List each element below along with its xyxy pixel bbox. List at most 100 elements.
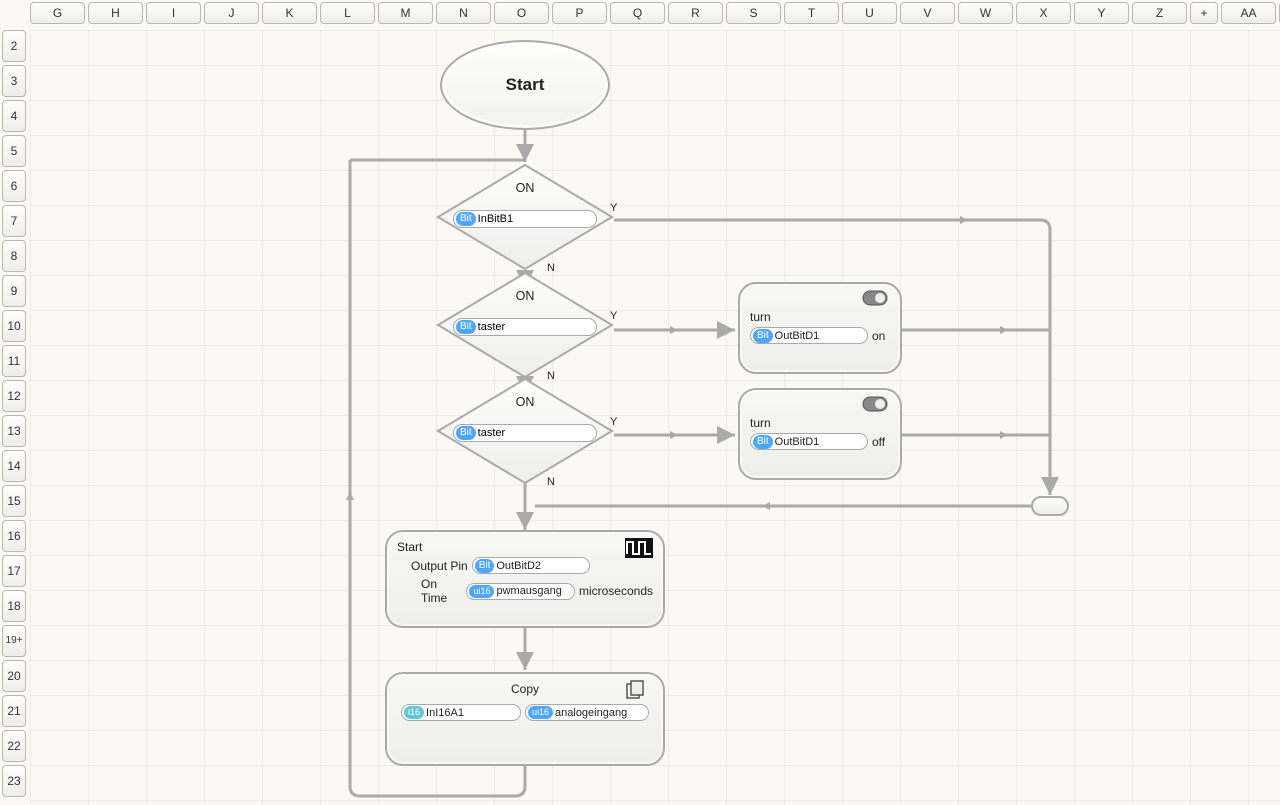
start-label: Start	[506, 75, 545, 95]
decision-label: ON	[435, 289, 615, 303]
decision-label: ON	[435, 395, 615, 409]
row-2[interactable]: 2	[2, 30, 26, 62]
switch-icon	[862, 396, 890, 414]
copy-right-field[interactable]: ui16 analogeingang	[525, 704, 649, 721]
y-label: Y	[610, 310, 617, 322]
col-G[interactable]: G	[30, 2, 85, 24]
col-O[interactable]: O	[494, 2, 549, 24]
join-node[interactable]	[1031, 496, 1069, 516]
unit-label: microseconds	[579, 584, 653, 598]
col-P[interactable]: P	[552, 2, 607, 24]
output-pin-label: Output Pin	[411, 559, 468, 573]
row-8[interactable]: 8	[2, 240, 26, 272]
col-V[interactable]: V	[900, 2, 955, 24]
col-Z[interactable]: Z	[1132, 2, 1187, 24]
field-value: InBitB1	[478, 213, 513, 225]
decision-field[interactable]: Bit InBitB1	[453, 210, 597, 228]
row-16[interactable]: 16	[2, 520, 26, 552]
row-6[interactable]: 6	[2, 170, 26, 202]
col-T[interactable]: T	[784, 2, 839, 24]
col-Y[interactable]: Y	[1074, 2, 1129, 24]
pwm-icon	[625, 538, 653, 556]
copy-icon	[625, 680, 653, 698]
bit-tag: Bit	[456, 426, 476, 440]
start-node[interactable]: Start	[440, 40, 610, 130]
decision-inbitb1[interactable]: ON Bit InBitB1 Y N	[435, 162, 615, 272]
decision-taster-1[interactable]: ON Bit taster Y N	[435, 270, 615, 380]
col-N[interactable]: N	[436, 2, 491, 24]
ui16-tag: ui16	[469, 585, 494, 598]
field-value: taster	[478, 321, 506, 333]
row-11[interactable]: 11	[2, 345, 26, 377]
copy-title: Copy	[397, 682, 653, 696]
n-label: N	[547, 476, 555, 488]
col-S[interactable]: S	[726, 2, 781, 24]
col-H[interactable]: H	[88, 2, 143, 24]
col-AA[interactable]: AA	[1221, 2, 1276, 24]
pwm-title: Start	[397, 540, 653, 554]
field-value: OutBitD2	[496, 560, 541, 572]
turn-label: turn	[750, 310, 890, 324]
row-18[interactable]: 18	[2, 590, 26, 622]
decision-label: ON	[435, 181, 615, 195]
ui16-tag: ui16	[528, 706, 553, 719]
turn-label: turn	[750, 416, 890, 430]
state-label: on	[872, 329, 885, 343]
col-M[interactable]: M	[378, 2, 433, 24]
field-value: InI16A1	[426, 707, 464, 719]
bit-tag: Bit	[753, 329, 773, 343]
row-5[interactable]: 5	[2, 135, 26, 167]
field-value: OutBitD1	[775, 330, 820, 342]
output-field[interactable]: Bit OutBitD1	[750, 433, 868, 450]
decision-field[interactable]: Bit taster	[453, 318, 597, 336]
field-value: analogeingang	[555, 707, 627, 719]
ontime-field[interactable]: ui16 pwmausgang	[466, 583, 575, 600]
row-23[interactable]: 23	[2, 765, 26, 797]
row-21[interactable]: 21	[2, 695, 26, 727]
field-value: taster	[478, 427, 506, 439]
copy-left-field[interactable]: i16 InI16A1	[401, 704, 521, 721]
output-field[interactable]: Bit OutBitD1	[750, 327, 868, 344]
row-3[interactable]: 3	[2, 65, 26, 97]
state-label: off	[872, 435, 885, 449]
turn-on-block[interactable]: turn Bit OutBitD1 on	[738, 282, 902, 374]
bit-tag: Bit	[456, 212, 476, 226]
col-I[interactable]: I	[146, 2, 201, 24]
col-add[interactable]: +	[1190, 2, 1218, 24]
col-W[interactable]: W	[958, 2, 1013, 24]
row-22[interactable]: 22	[2, 730, 26, 762]
output-pin-field[interactable]: Bit OutBitD2	[472, 557, 590, 574]
col-J[interactable]: J	[204, 2, 259, 24]
row-4[interactable]: 4	[2, 100, 26, 132]
col-Q[interactable]: Q	[610, 2, 665, 24]
turn-off-block[interactable]: turn Bit OutBitD1 off	[738, 388, 902, 480]
col-U[interactable]: U	[842, 2, 897, 24]
row-20[interactable]: 20	[2, 660, 26, 692]
column-headers: G H I J K L M N O P Q R S T U V W X Y Z …	[30, 2, 1280, 24]
row-15[interactable]: 15	[2, 485, 26, 517]
row-17[interactable]: 17	[2, 555, 26, 587]
row-label: 19+	[6, 636, 23, 646]
decision-field[interactable]: Bit taster	[453, 424, 597, 442]
bit-tag: Bit	[753, 435, 773, 449]
switch-icon	[862, 290, 890, 308]
col-R[interactable]: R	[668, 2, 723, 24]
copy-block[interactable]: Copy i16 InI16A1 ui16 analogeingang	[385, 672, 665, 766]
row-7[interactable]: 7	[2, 205, 26, 237]
row-9[interactable]: 9	[2, 275, 26, 307]
col-K[interactable]: K	[262, 2, 317, 24]
y-label: Y	[610, 416, 617, 428]
i16-tag: i16	[404, 706, 424, 719]
col-L[interactable]: L	[320, 2, 375, 24]
row-headers: 2 3 4 5 6 7 8 9 10 11 12 13 14 15 16 17 …	[2, 30, 26, 797]
field-value: OutBitD1	[775, 436, 820, 448]
row-13[interactable]: 13	[2, 415, 26, 447]
row-10[interactable]: 10	[2, 310, 26, 342]
row-14[interactable]: 14	[2, 450, 26, 482]
decision-taster-2[interactable]: ON Bit taster Y N	[435, 376, 615, 486]
row-12[interactable]: 12	[2, 380, 26, 412]
col-X[interactable]: X	[1016, 2, 1071, 24]
row-19[interactable]: 19+	[2, 625, 26, 657]
pwm-block[interactable]: Start Output Pin Bit OutBitD2 On Time ui…	[385, 530, 665, 628]
bit-tag: Bit	[456, 320, 476, 334]
